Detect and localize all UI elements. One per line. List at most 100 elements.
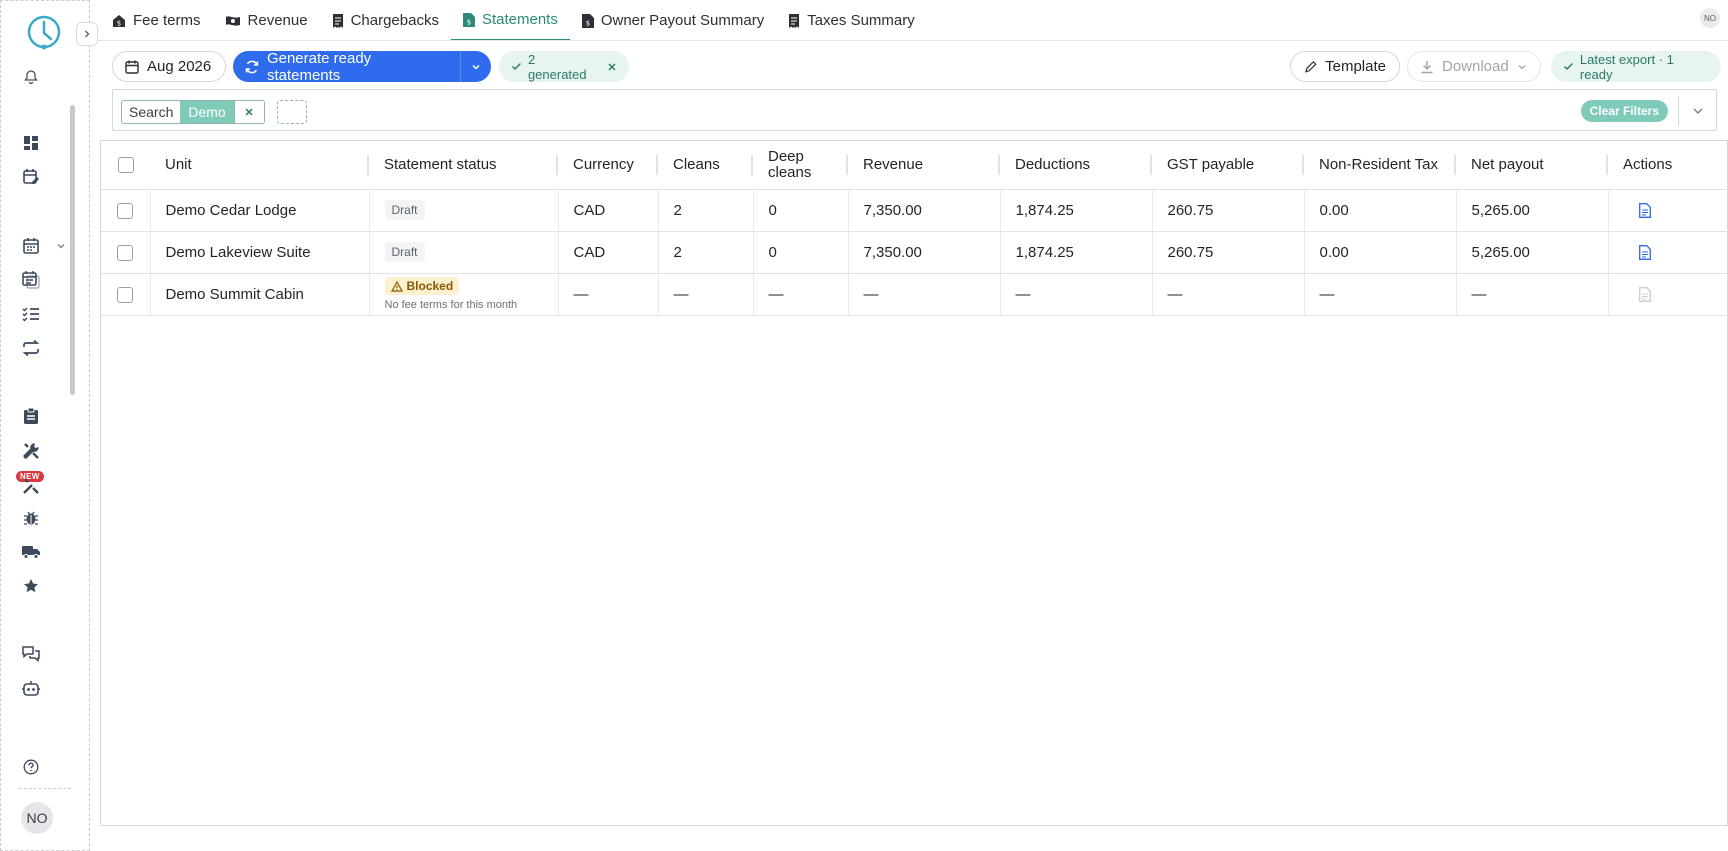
cell-cleans: — xyxy=(658,273,754,316)
filter-expand-button[interactable] xyxy=(1678,96,1716,126)
generate-ready-statements-button[interactable]: Generate ready statements xyxy=(233,50,460,84)
status-badge: Draft xyxy=(384,200,425,220)
column-header-non-resident-tax[interactable]: Non-Resident Tax xyxy=(1304,141,1456,190)
tab-chargebacks[interactable]: Chargebacks xyxy=(320,0,451,41)
search-filter-chip[interactable]: Search Demo xyxy=(121,100,265,124)
column-header-statement-status[interactable]: Statement status xyxy=(369,141,558,190)
tools-icon[interactable] xyxy=(21,441,41,461)
tools-new-icon[interactable] xyxy=(21,476,41,496)
filter-bar: Search Demo Clear Filters xyxy=(112,89,1717,131)
column-header-cleans[interactable]: Cleans xyxy=(658,141,753,190)
calendar-edit-icon[interactable] xyxy=(21,167,41,187)
dashboard-icon[interactable] xyxy=(21,133,41,153)
cell-cleans: 2 xyxy=(658,231,754,274)
template-button[interactable]: Template xyxy=(1290,51,1400,82)
calendar-icon[interactable] xyxy=(21,236,41,256)
close-icon xyxy=(245,108,253,116)
app-logo[interactable] xyxy=(26,14,62,50)
file-dollar-icon: $ xyxy=(462,12,475,27)
column-header-unit[interactable]: Unit xyxy=(150,141,369,190)
user-avatar[interactable]: NO xyxy=(1700,8,1720,28)
latest-export-label: Latest export · 1 ready xyxy=(1579,51,1674,82)
sidebar-divider xyxy=(19,788,71,789)
help-icon[interactable] xyxy=(21,757,41,777)
tab-owner-payout-summary[interactable]: $ Owner Payout Summary xyxy=(570,0,776,41)
search-filter-value[interactable]: Demo xyxy=(180,101,234,123)
select-all-checkbox[interactable] xyxy=(101,141,150,190)
repeat-icon[interactable] xyxy=(21,338,41,358)
checklist-icon[interactable] xyxy=(21,304,41,324)
receipt-icon xyxy=(332,13,343,28)
row-checkbox[interactable] xyxy=(101,273,151,316)
remove-filter-button[interactable] xyxy=(233,101,264,123)
table-row[interactable]: Demo Lakeview Suite Draft CAD 2 0 7,350.… xyxy=(101,231,1728,274)
tab-taxes-summary[interactable]: Taxes Summary xyxy=(776,0,927,41)
table-header-row: Unit Statement status Currency Cleans De… xyxy=(101,141,1728,190)
column-header-deductions[interactable]: Deductions xyxy=(1000,141,1152,190)
cell-status: Draft xyxy=(369,189,559,232)
robot-icon[interactable] xyxy=(21,679,41,699)
cell-non-resident-tax: — xyxy=(1304,273,1457,316)
clear-filters-button[interactable]: Clear Filters xyxy=(1580,100,1668,122)
month-picker-button[interactable]: Aug 2026 xyxy=(112,51,226,82)
tab-revenue[interactable]: Revenue xyxy=(213,0,320,41)
row-checkbox[interactable] xyxy=(101,189,151,232)
column-header-revenue[interactable]: Revenue xyxy=(848,141,1000,190)
table-row[interactable]: Demo Summit Cabin Blocked No fee terms f… xyxy=(101,273,1728,316)
star-icon[interactable] xyxy=(21,576,41,596)
close-icon[interactable] xyxy=(607,62,617,72)
row-checkbox[interactable] xyxy=(101,231,151,274)
refresh-icon xyxy=(245,60,259,73)
table-row[interactable]: Demo Cedar Lodge Draft CAD 2 0 7,350.00 … xyxy=(101,189,1728,232)
chevron-right-icon xyxy=(85,30,90,38)
add-filter-slot[interactable] xyxy=(277,100,307,124)
column-header-net-payout[interactable]: Net payout xyxy=(1456,141,1608,190)
svg-text:$: $ xyxy=(117,19,121,27)
cell-non-resident-tax: 0.00 xyxy=(1304,189,1457,232)
cell-currency: CAD xyxy=(558,189,659,232)
tab-statements[interactable]: $ Statements xyxy=(450,0,570,41)
pencil-icon xyxy=(1304,60,1317,73)
document-icon-disabled xyxy=(1638,286,1651,302)
chevron-down-icon xyxy=(1518,64,1526,69)
bug-icon[interactable] xyxy=(21,508,41,528)
truck-icon[interactable] xyxy=(21,542,41,562)
download-button[interactable]: Download xyxy=(1407,51,1541,82)
sidebar-toggle-button[interactable] xyxy=(76,22,98,46)
download-label: Download xyxy=(1442,58,1509,75)
cell-deep-cleans: 0 xyxy=(753,189,849,232)
receipt-icon xyxy=(789,13,800,28)
cell-unit: Demo Lakeview Suite xyxy=(150,231,370,274)
chevron-down-icon xyxy=(1693,108,1702,114)
cell-actions xyxy=(1608,189,1728,232)
status-badge: Blocked xyxy=(384,277,460,296)
document-icon[interactable] xyxy=(1638,244,1651,260)
bell-icon[interactable] xyxy=(21,67,41,87)
generate-options-button[interactable] xyxy=(460,51,491,82)
cell-unit: Demo Cedar Lodge xyxy=(150,189,370,232)
column-header-gst-payable[interactable]: GST payable xyxy=(1152,141,1304,190)
tab-label: Chargebacks xyxy=(350,12,439,29)
sidebar-scrollbar[interactable] xyxy=(70,105,75,395)
cell-deductions: 1,874.25 xyxy=(1000,189,1153,232)
tab-bar: $ Fee terms Revenue Chargebacks $ Statem… xyxy=(100,0,927,41)
clipboard-icon[interactable] xyxy=(21,406,41,426)
document-icon[interactable] xyxy=(1638,202,1651,218)
tab-label: Statements xyxy=(481,11,558,28)
svg-text:$: $ xyxy=(586,19,590,27)
column-header-currency[interactable]: Currency xyxy=(558,141,658,190)
chevron-down-icon[interactable] xyxy=(55,236,67,256)
calendar-icon xyxy=(125,60,139,74)
cell-gst-payable: — xyxy=(1152,273,1305,316)
column-header-deep-cleans[interactable]: Deep cleans xyxy=(753,141,848,190)
tab-fee-terms[interactable]: $ Fee terms xyxy=(100,0,213,41)
latest-export-badge[interactable]: Latest export · 1 ready xyxy=(1551,51,1721,82)
cell-gst-payable: 260.75 xyxy=(1152,231,1305,274)
cell-revenue: — xyxy=(848,273,1001,316)
cell-revenue: 7,350.00 xyxy=(848,231,1001,274)
tab-label: Taxes Summary xyxy=(807,12,915,29)
calendar-list-icon[interactable] xyxy=(21,270,41,290)
avatar[interactable]: NO xyxy=(21,802,53,834)
chat-icon[interactable] xyxy=(21,644,41,664)
cell-net-payout: 5,265.00 xyxy=(1456,231,1609,274)
